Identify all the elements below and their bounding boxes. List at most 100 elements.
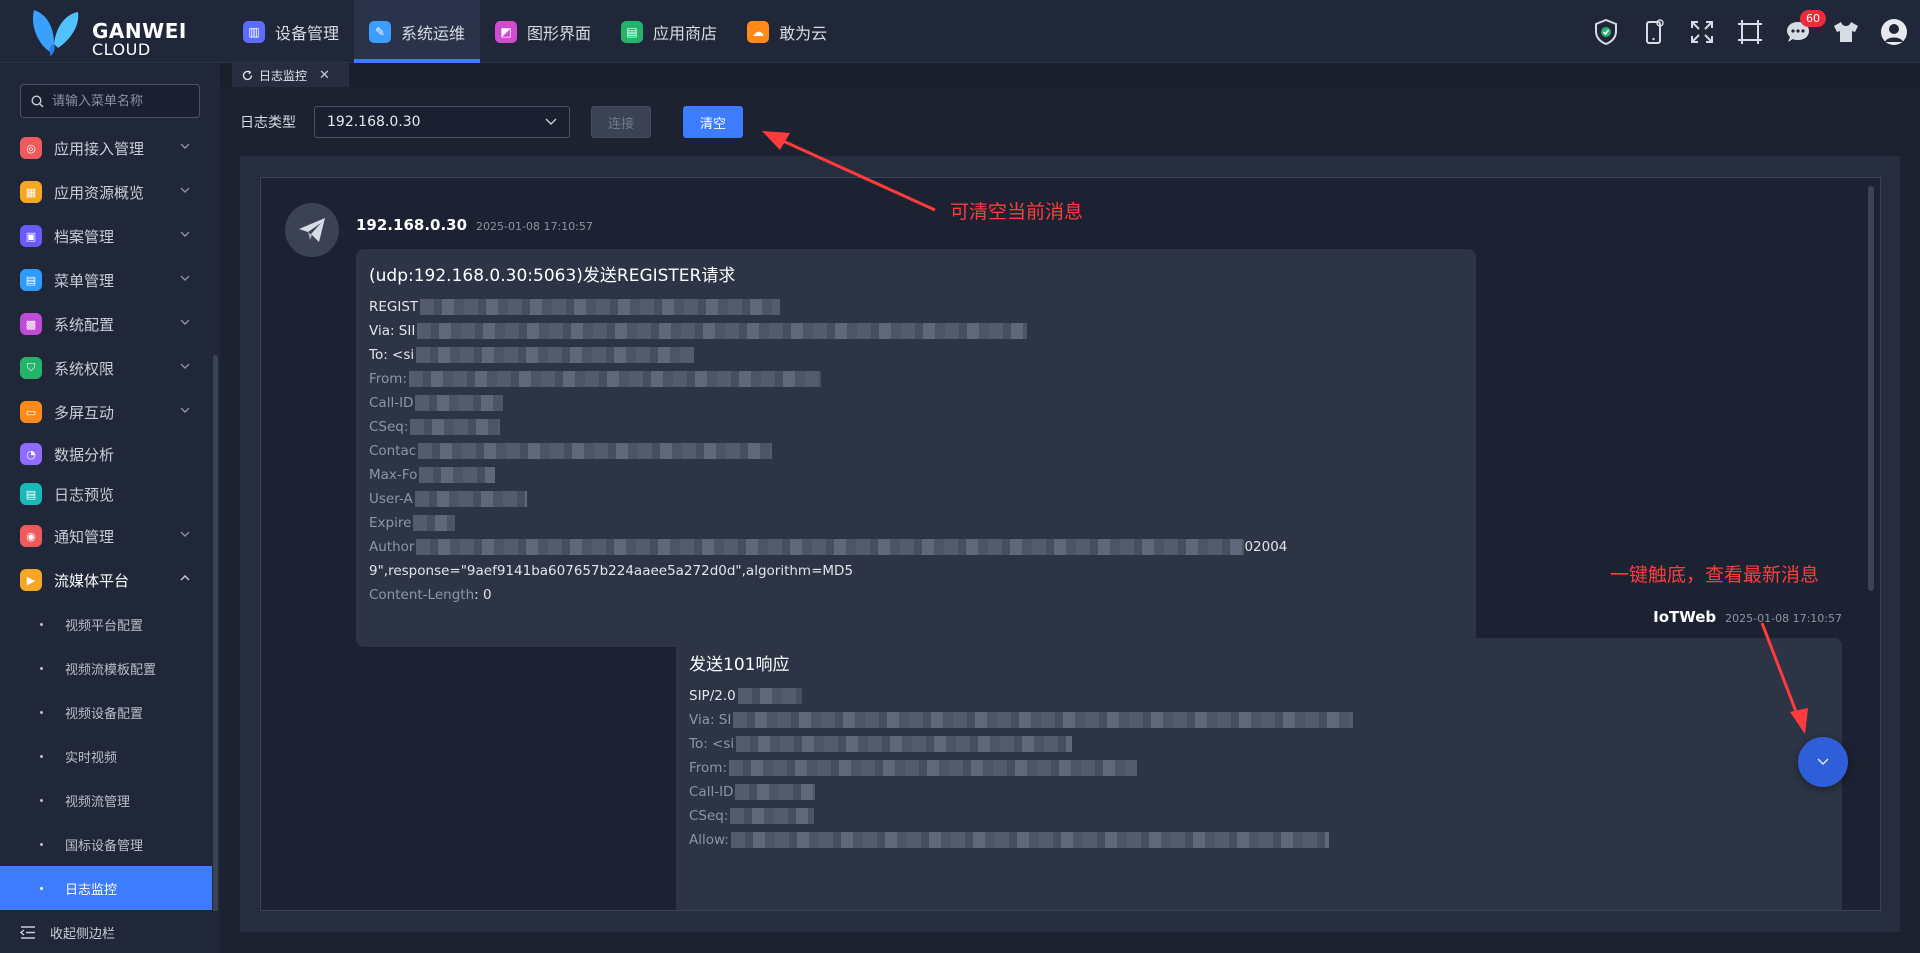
connect-button[interactable]: 连接 bbox=[591, 106, 651, 138]
log-line-key: Author bbox=[369, 539, 415, 555]
butterfly-logo-icon bbox=[32, 10, 79, 56]
log-line: Via: SI bbox=[689, 708, 1829, 732]
log-icon: ▤ bbox=[20, 483, 42, 505]
log-line-key: Via: SI bbox=[689, 712, 732, 728]
pixelated-redaction bbox=[420, 299, 781, 315]
sidebar-item-resource-overview[interactable]: ▦ 应用资源概览 bbox=[0, 170, 212, 214]
log-line: Content-Length: 0 bbox=[369, 583, 1463, 607]
log-type-label: 日志类型 bbox=[240, 115, 296, 131]
tab-label: 日志监控 bbox=[259, 68, 308, 83]
sidebar-item-system-config[interactable]: ▩ 系统配置 bbox=[0, 302, 212, 346]
shield-icon[interactable] bbox=[1592, 18, 1620, 46]
sidebar-sub-stream-management[interactable]: 视频流管理 bbox=[0, 778, 212, 822]
pixelated-redaction bbox=[736, 736, 1073, 752]
mobile-icon[interactable] bbox=[1640, 18, 1668, 46]
logo[interactable]: GANWEI CLOUD bbox=[28, 4, 228, 60]
sidebar-item-log-preview[interactable]: ▤ 日志预览 bbox=[0, 474, 212, 514]
collapse-sidebar-button[interactable]: 收起侧边栏 bbox=[0, 911, 220, 953]
log-line: SIP/2.0 bbox=[689, 684, 1829, 708]
log-line: CSeq: bbox=[689, 804, 1829, 828]
cloud-icon: ☁ bbox=[747, 20, 770, 43]
config-icon: ▩ bbox=[20, 313, 42, 335]
sidebar-item-menu-management[interactable]: ▤ 菜单管理 bbox=[0, 258, 212, 302]
bullet-dot bbox=[40, 666, 43, 670]
chevron-down-icon bbox=[180, 319, 190, 325]
pixelated-redaction bbox=[413, 515, 456, 531]
search-icon bbox=[31, 94, 44, 107]
refresh-icon[interactable] bbox=[242, 69, 253, 81]
log-line-key: Max-Fo bbox=[369, 467, 418, 483]
resource-icon: ▦ bbox=[20, 181, 42, 203]
topnav-ganwei-cloud[interactable]: ☁ 敢为云 bbox=[732, 0, 842, 63]
tshirt-icon[interactable] bbox=[1832, 18, 1860, 46]
screen-frame-icon[interactable] bbox=[1736, 18, 1764, 46]
app-access-icon: ◎ bbox=[20, 137, 42, 159]
pixelated-redaction bbox=[410, 419, 501, 435]
log-line: Via: SII bbox=[369, 319, 1463, 343]
sidebar-sub-gb-device-management[interactable]: 国标设备管理 bbox=[0, 822, 212, 866]
sidebar-item-label: 菜单管理 bbox=[54, 271, 115, 290]
log-line: Call-ID bbox=[689, 780, 1829, 804]
sidebar-item-label: 系统权限 bbox=[54, 359, 115, 378]
sidebar-sub-video-device-config[interactable]: 视频设备配置 bbox=[0, 690, 212, 734]
message-icon[interactable]: 60 bbox=[1784, 9, 1826, 46]
fullscreen-icon[interactable] bbox=[1688, 18, 1716, 46]
collapse-menu-icon bbox=[20, 925, 35, 939]
log-panel[interactable]: 192.168.0.30 2025-01-08 17:10:57 (udp:19… bbox=[260, 177, 1881, 911]
message-bubble: (udp:192.168.0.30:5063)发送REGISTER请求 REGI… bbox=[356, 249, 1476, 647]
log-line-key: From: bbox=[689, 760, 727, 776]
pixelated-redaction bbox=[414, 491, 527, 507]
log-type-select[interactable]: 192.168.0.30 bbox=[314, 106, 570, 138]
tab-log-monitor[interactable]: 日志监控 ✕ bbox=[232, 63, 349, 87]
log-line: Max-Fo bbox=[369, 463, 1463, 487]
log-line-key: CSeq: bbox=[689, 808, 729, 824]
log-line-key: REGIST bbox=[369, 299, 419, 315]
chevron-up-icon bbox=[180, 575, 190, 581]
sidebar-item-multiscreen[interactable]: ▭ 多屏互动 bbox=[0, 390, 212, 434]
log-line-value: 02004 bbox=[1244, 539, 1288, 555]
sidebar-sub-video-platform-config[interactable]: 视频平台配置 bbox=[0, 602, 212, 646]
sidebar-item-app-access[interactable]: ◎ 应用接入管理 bbox=[0, 126, 212, 170]
bullet-dot bbox=[40, 710, 43, 714]
menu-search[interactable] bbox=[20, 84, 200, 118]
sidebar-item-label: 系统配置 bbox=[54, 315, 115, 334]
message-title: (udp:192.168.0.30:5063)发送REGISTER请求 bbox=[369, 266, 736, 286]
sidebar-item-label: 数据分析 bbox=[54, 445, 115, 464]
log-line: From: bbox=[369, 367, 1463, 391]
message-title: 发送101响应 bbox=[689, 655, 790, 675]
sidebar-item-streaming-platform[interactable]: ▶ 流媒体平台 bbox=[0, 558, 212, 602]
chevron-down-icon bbox=[180, 187, 190, 193]
pixelated-redaction bbox=[733, 712, 1354, 728]
topnav-label: 敢为云 bbox=[779, 23, 828, 43]
sidebar-sub-label: 视频流模板配置 bbox=[65, 662, 157, 678]
sidebar-sub-stream-template-config[interactable]: 视频流模板配置 bbox=[0, 646, 212, 690]
clear-annotation: 可清空当前消息 bbox=[950, 201, 1084, 223]
user-avatar-icon[interactable] bbox=[1880, 18, 1908, 46]
log-line-value: : 0 bbox=[474, 587, 492, 603]
sidebar-scrollbar[interactable] bbox=[213, 355, 218, 953]
topnav-graphics[interactable]: ◩ 图形界面 bbox=[480, 0, 606, 63]
bullet-dot bbox=[40, 886, 43, 890]
menu-search-input[interactable] bbox=[52, 93, 192, 109]
scroll-to-bottom-button[interactable] bbox=[1798, 737, 1848, 787]
log-line-key: Content-Length bbox=[369, 587, 475, 603]
log-line-key: From: bbox=[369, 371, 407, 387]
topnav-app-store[interactable]: ▤ 应用商店 bbox=[606, 0, 732, 63]
topnav-device-management[interactable]: ▥ 设备管理 bbox=[228, 0, 354, 63]
close-icon[interactable]: ✕ bbox=[319, 68, 330, 83]
sidebar-item-system-permissions[interactable]: ⛉ 系统权限 bbox=[0, 346, 212, 390]
top-nav: ▥ 设备管理 ✎ 系统运维 ◩ 图形界面 ▤ 应用商店 ☁ 敢为云 bbox=[228, 0, 842, 63]
clear-arrow-head bbox=[762, 131, 790, 150]
sidebar-item-notification[interactable]: ◉ 通知管理 bbox=[0, 514, 212, 558]
sidebar-item-data-analysis[interactable]: ◔ 数据分析 bbox=[0, 434, 212, 474]
sidebar-sub-label: 实时视频 bbox=[65, 750, 118, 766]
sidebar-sub-live-video[interactable]: 实时视频 bbox=[0, 734, 212, 778]
clear-button[interactable]: 清空 bbox=[683, 106, 743, 138]
topnav-system-ops[interactable]: ✎ 系统运维 bbox=[354, 0, 481, 63]
sidebar-sub-log-monitor[interactable]: 日志监控 bbox=[0, 866, 212, 910]
chevron-down-icon bbox=[180, 275, 190, 281]
sidebar-item-archive[interactable]: ▣ 档案管理 bbox=[0, 214, 212, 258]
chevron-down-icon bbox=[180, 407, 190, 413]
message-bubble: 发送101响应 SIP/2.0 Via: SI To: <si From: Ca… bbox=[676, 638, 1842, 910]
log-scrollbar[interactable] bbox=[1868, 186, 1874, 591]
